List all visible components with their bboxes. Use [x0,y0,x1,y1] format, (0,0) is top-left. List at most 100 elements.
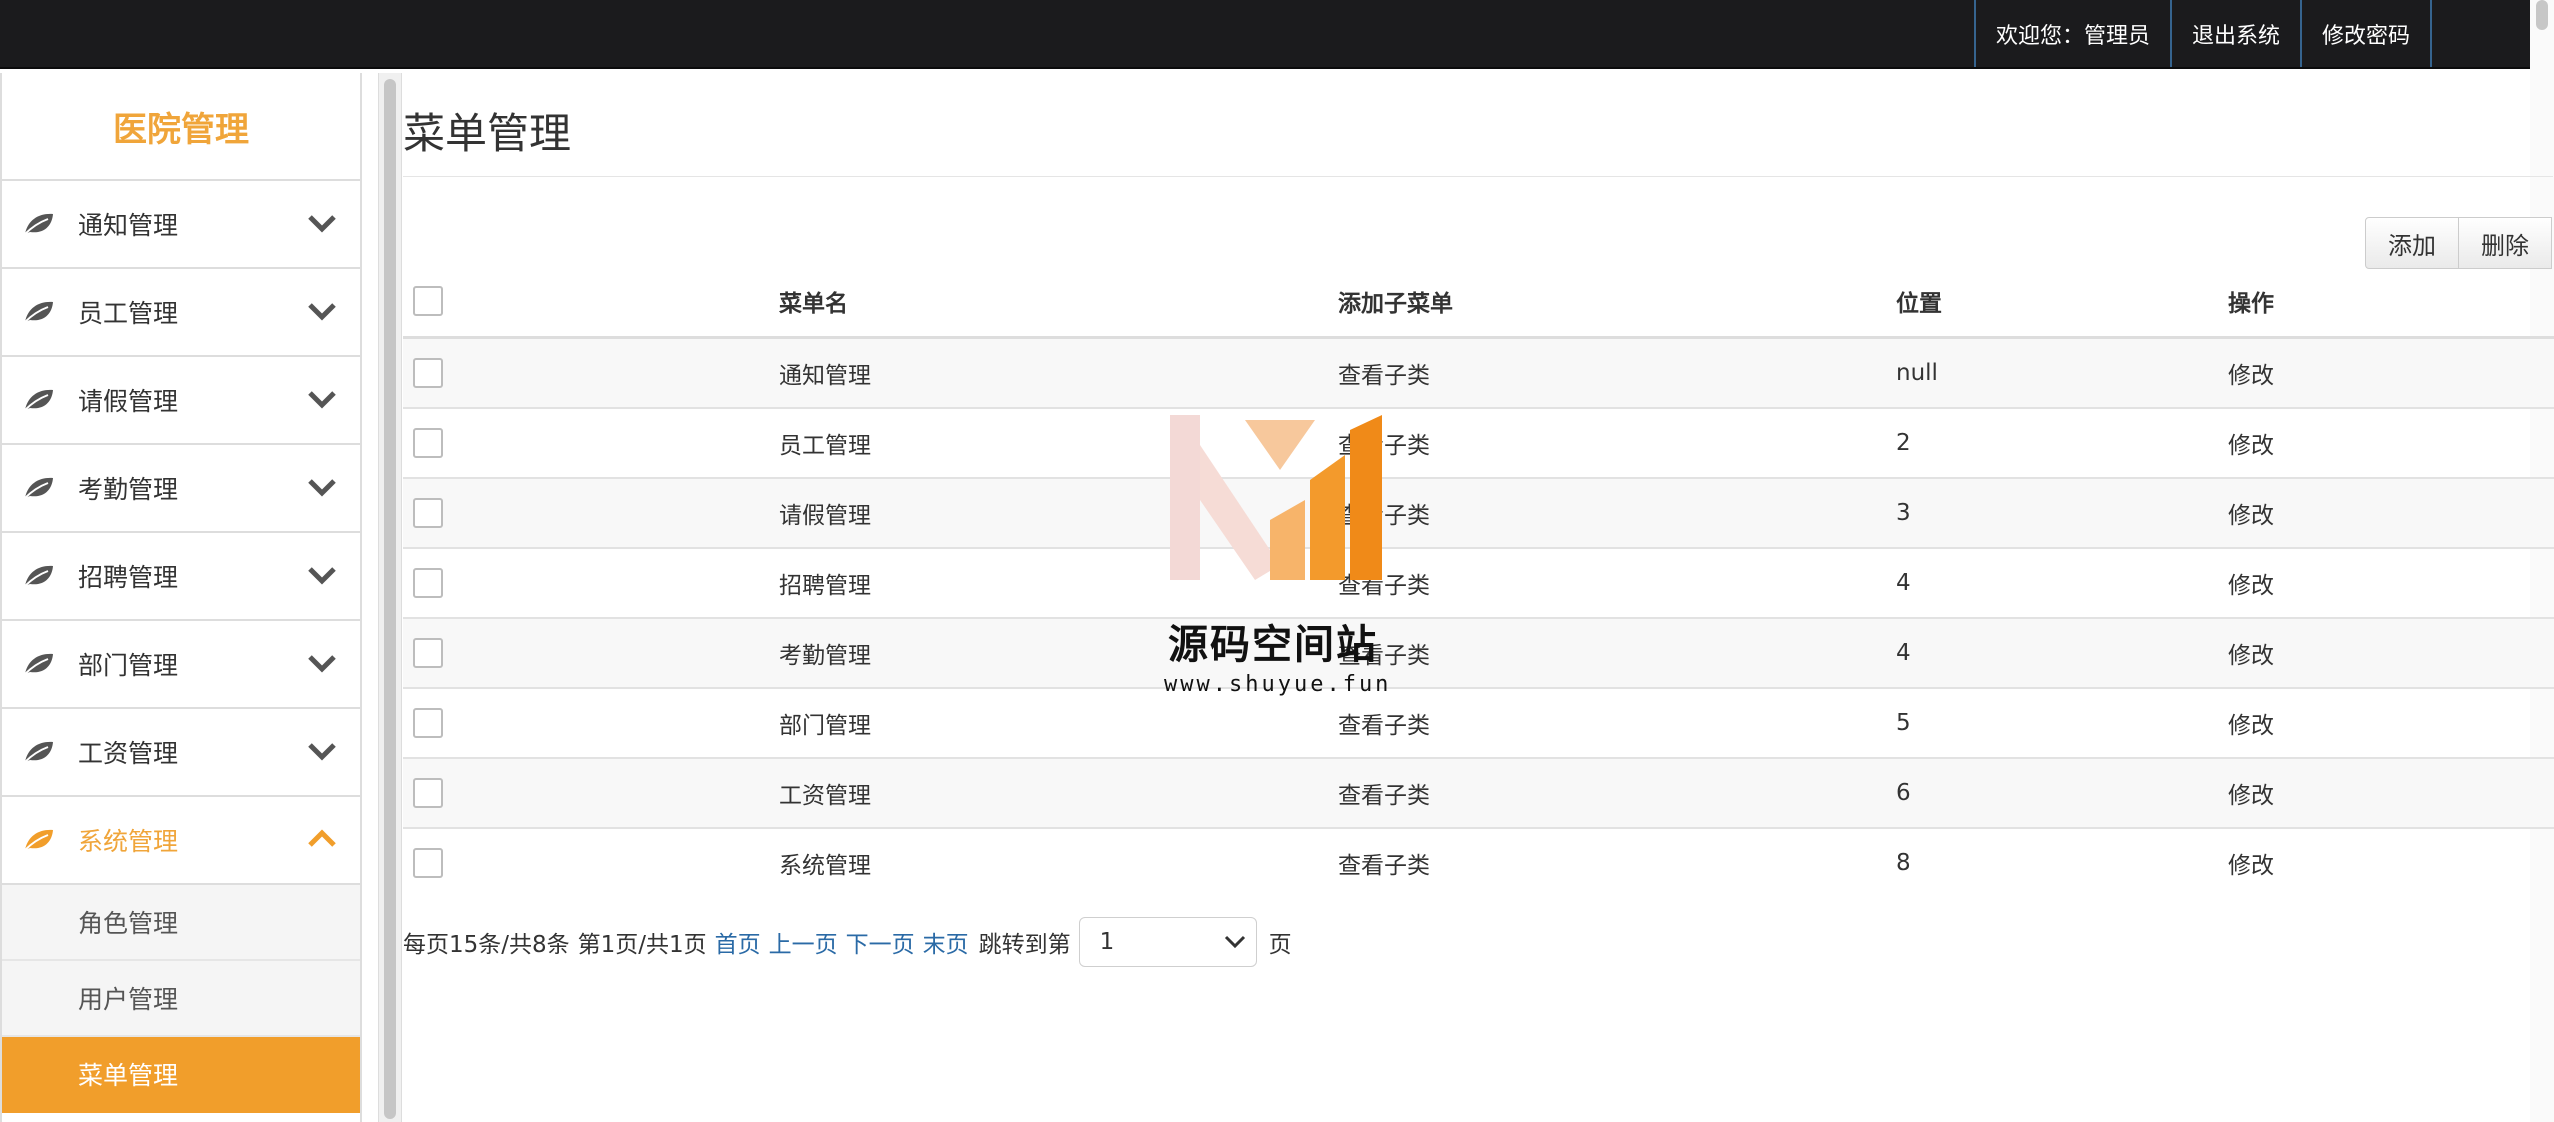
chevron-down-icon [308,215,336,233]
sidebar-item[interactable]: 请假管理 [2,357,360,445]
add-button[interactable]: 添加 [2365,217,2459,269]
edit-link[interactable]: 修改 [2227,336,2554,408]
sidebar-scrollbar-thumb[interactable] [384,79,396,1119]
view-subcategory-link[interactable]: 查看子类 [1337,407,1895,478]
view-subcategory-link[interactable]: 查看子类 [1337,687,1895,758]
row-checkbox[interactable] [413,638,443,668]
watermark-url: www.shuyue.fun [1164,672,1392,697]
chevron-up-icon [308,829,336,847]
table-row: 工资管理 查看子类 6 修改 [403,757,2554,828]
page-select[interactable]: 1 [1078,917,1257,967]
table-row: 系统管理 查看子类 8 修改 [403,827,2554,897]
row-checkbox[interactable] [413,568,443,598]
sidebar-item-label: 工资管理 [78,739,179,768]
edit-link[interactable]: 修改 [2227,827,2554,897]
edit-link[interactable]: 修改 [2227,407,2554,478]
sidebar-item-label: 部门管理 [78,651,179,680]
leaf-icon [22,825,62,855]
sidebar-subitem[interactable]: 角色管理 [2,885,360,961]
sidebar-brand: 医院管理 [2,73,360,181]
cell-menu-name: 系统管理 [778,827,1337,897]
leaf-icon [22,297,62,327]
select-all-checkbox[interactable] [413,286,443,316]
sidebar-subitem[interactable]: 菜单管理 [2,1037,360,1113]
sidebar-item[interactable]: 员工管理 [2,269,360,357]
view-subcategory-link[interactable]: 查看子类 [1337,757,1895,828]
sidebar-item[interactable]: 通知管理 [2,181,360,269]
sidebar-scrollbar[interactable] [378,73,402,1122]
sidebar-item-label: 员工管理 [78,299,179,328]
action-buttons: 添加 删除 [2365,217,2552,269]
view-subcategory-link[interactable]: 查看子类 [1337,827,1895,897]
row-select-cell [403,827,778,897]
row-select-cell [403,477,778,548]
chevron-down-icon [308,479,336,497]
cell-position: 5 [1895,687,2227,758]
table-body: 通知管理 查看子类 null 修改 员工管理 查看子类 2 修改 请假管理 查看子类 3 修改 招聘管理… [403,336,2554,897]
chevron-down-icon [308,743,336,761]
leaf-icon [22,473,62,503]
pager-next-link[interactable]: 下一页 [846,925,915,959]
row-select-cell [403,407,778,478]
sidebar-item[interactable]: 考勤管理 [2,445,360,533]
row-select-cell [403,547,778,618]
leaf-icon [22,209,62,239]
cell-position: null [1895,336,2227,408]
table-row: 考勤管理 查看子类 4 修改 [403,617,2554,688]
edit-link[interactable]: 修改 [2227,617,2554,688]
row-checkbox[interactable] [413,708,443,738]
row-checkbox[interactable] [413,778,443,808]
pager-prev-link[interactable]: 上一页 [769,925,838,959]
sidebar-item[interactable]: 招聘管理 [2,533,360,621]
edit-link[interactable]: 修改 [2227,757,2554,828]
logout-link[interactable]: 退出系统 [2169,0,2300,67]
sidebar-subitem[interactable]: 用户管理 [2,961,360,1037]
table-row: 通知管理 查看子类 null 修改 [403,336,2554,408]
title-divider [403,176,2553,177]
chevron-down-icon [308,303,336,321]
pager-last-link[interactable]: 末页 [923,925,969,959]
cell-position: 4 [1895,547,2227,618]
cell-menu-name: 工资管理 [778,757,1337,828]
row-checkbox[interactable] [413,848,443,878]
header-position: 位置 [1895,266,2227,339]
sidebar-item-label: 考勤管理 [78,475,179,504]
row-checkbox[interactable] [413,428,443,458]
leaf-icon [22,385,62,415]
chevron-down-icon [308,567,336,585]
delete-button[interactable]: 删除 [2459,217,2552,269]
view-subcategory-link[interactable]: 查看子类 [1337,617,1895,688]
pager-per-page: 每页15条/共8条 [403,932,570,958]
window-scrollbar-thumb[interactable] [2536,0,2548,30]
header-action: 操作 [2227,266,2554,339]
cell-position: 6 [1895,757,2227,828]
sidebar-item[interactable]: 系统管理 [2,797,360,885]
edit-link[interactable]: 修改 [2227,687,2554,758]
table-row: 部门管理 查看子类 5 修改 [403,687,2554,758]
sidebar-item-label: 系统管理 [78,827,179,856]
pager-jump-label: 跳转到第 [978,932,1071,958]
sidebar-item[interactable]: 工资管理 [2,709,360,797]
row-select-cell [403,687,778,758]
header-add-submenu: 添加子菜单 [1337,266,1895,339]
sidebar-submenu: 角色管理 用户管理 菜单管理 [2,885,360,1113]
edit-link[interactable]: 修改 [2227,477,2554,548]
top-navbar: 欢迎您：管理员 退出系统 修改密码 [0,0,2530,69]
row-select-cell [403,617,778,688]
leaf-icon [22,737,62,767]
select-all-cell [403,266,778,339]
sidebar-item[interactable]: 部门管理 [2,621,360,709]
view-subcategory-link[interactable]: 查看子类 [1337,336,1895,408]
view-subcategory-link[interactable]: 查看子类 [1337,477,1895,548]
change-password-link[interactable]: 修改密码 [2299,0,2432,67]
row-checkbox[interactable] [413,358,443,388]
page-title: 菜单管理 [403,109,572,158]
menu-table: 菜单名 添加子菜单 位置 操作 通知管理 查看子类 null 修改 员工管理 查看子类 2 修… [403,266,2554,897]
view-subcategory-link[interactable]: 查看子类 [1337,547,1895,618]
row-checkbox[interactable] [413,498,443,528]
sidebar-item-label: 招聘管理 [78,563,179,592]
pagination: 每页15条/共8条 第1页/共1页 首页 上一页 下一页 末页 跳转到第 1 页 [403,914,1292,970]
pager-first-link[interactable]: 首页 [715,925,761,959]
sidebar-menu: 通知管理员工管理请假管理考勤管理招聘管理部门管理工资管理系统管理 [2,181,360,885]
edit-link[interactable]: 修改 [2227,547,2554,618]
